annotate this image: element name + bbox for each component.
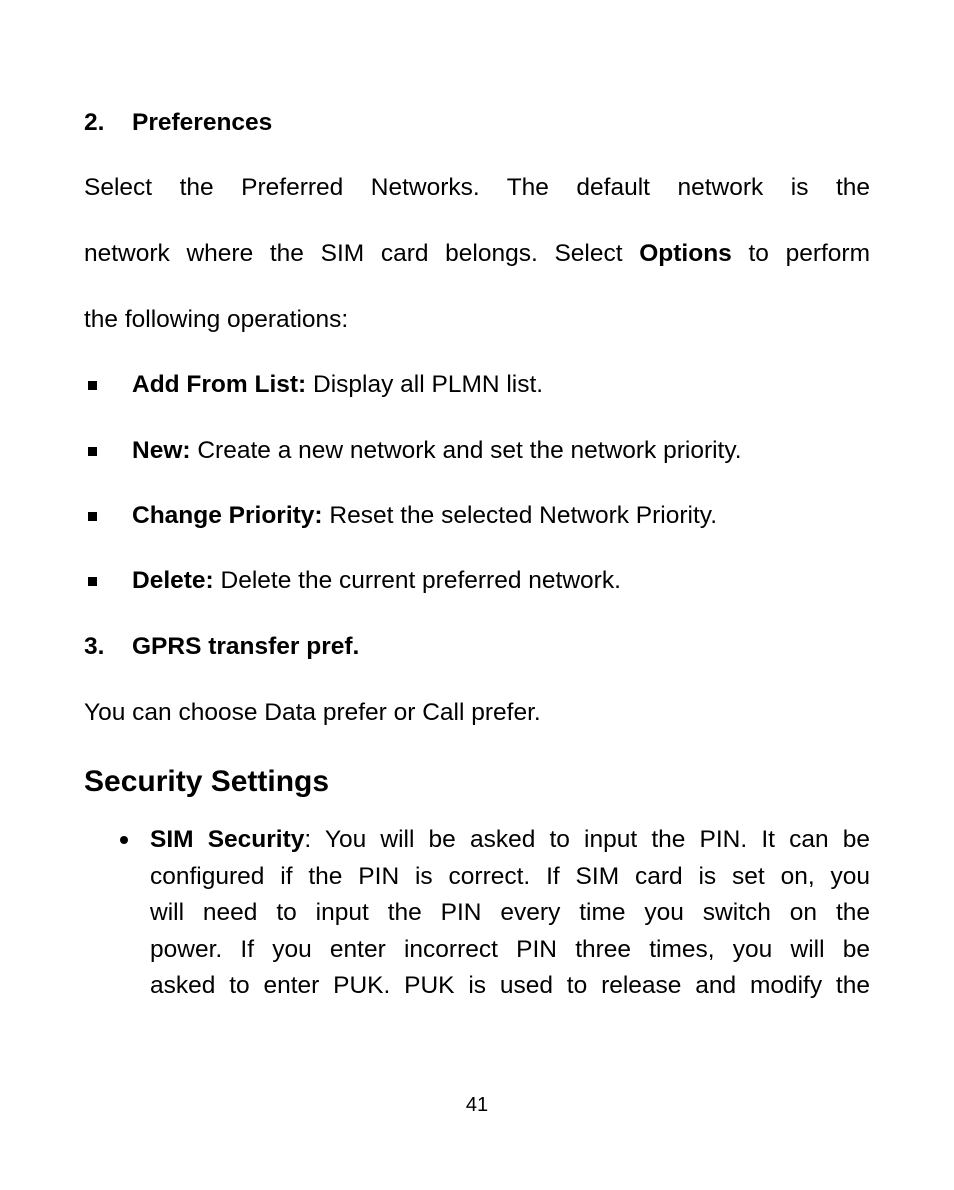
- preferences-heading: 2. Preferences: [84, 108, 870, 138]
- item-label: Change Priority:: [132, 502, 323, 529]
- text-run: : You will be asked to input the PIN. It…: [304, 826, 870, 853]
- heading-title: Preferences: [132, 109, 273, 136]
- heading-number: 3.: [84, 633, 105, 660]
- heading-title: GPRS transfer pref.: [132, 633, 360, 660]
- sim-security-line-5: asked to enter PUK. PUK is used to relea…: [150, 972, 870, 999]
- item-label: New:: [132, 437, 191, 464]
- round-bullet-icon: [120, 836, 128, 844]
- sim-security-line-3: will need to input the PIN every time yo…: [150, 899, 870, 926]
- sim-security-label: SIM Security: [150, 826, 305, 853]
- document-page: 2. Preferences Select the Preferred Netwo…: [0, 0, 954, 1190]
- item-text: Display all PLMN list.: [306, 371, 544, 398]
- square-bullet-icon: [88, 512, 97, 521]
- preferences-paragraph-line-1: Select the Preferred Networks. The defau…: [84, 174, 870, 201]
- gprs-text: You can choose Data prefer or Call prefe…: [84, 699, 541, 726]
- text-run: network where the SIM card belongs. Sele…: [84, 240, 640, 267]
- item-text: Create a new network and set the network…: [190, 437, 742, 464]
- square-bullet-icon: [88, 381, 97, 390]
- sim-security-line-1: SIM Security: You will be asked to input…: [150, 825, 870, 855]
- square-bullet-icon: [88, 577, 97, 586]
- item-label: Delete:: [132, 567, 214, 594]
- options-keyword: Options: [639, 240, 732, 267]
- list-item-add-from-list: Add From List: Display all PLMN list.: [132, 370, 543, 400]
- list-item-new: New: Create a new network and set the ne…: [132, 436, 742, 466]
- heading-number: 2.: [84, 109, 105, 136]
- square-bullet-icon: [88, 447, 97, 456]
- preferences-paragraph-line-2: network where the SIM card belongs. Sele…: [84, 239, 870, 269]
- text-run: to perform: [731, 240, 870, 267]
- security-settings-title: Security Settings: [84, 765, 330, 798]
- sim-security-line-2: configured if the PIN is correct. If SIM…: [150, 863, 870, 890]
- list-item-delete: Delete: Delete the current preferred net…: [132, 566, 621, 596]
- item-text: Delete the current preferred network.: [213, 567, 621, 594]
- page-number: 41: [465, 1094, 489, 1116]
- gprs-heading: 3. GPRS transfer pref.: [84, 632, 870, 662]
- item-label: Add From List:: [132, 371, 307, 398]
- sim-security-line-4: power. If you enter incorrect PIN three …: [150, 936, 870, 963]
- preferences-paragraph-line-3: the following operations:: [84, 306, 349, 333]
- list-item-change-priority: Change Priority: Reset the selected Netw…: [132, 501, 717, 531]
- item-text: Reset the selected Network Priority.: [322, 502, 718, 529]
